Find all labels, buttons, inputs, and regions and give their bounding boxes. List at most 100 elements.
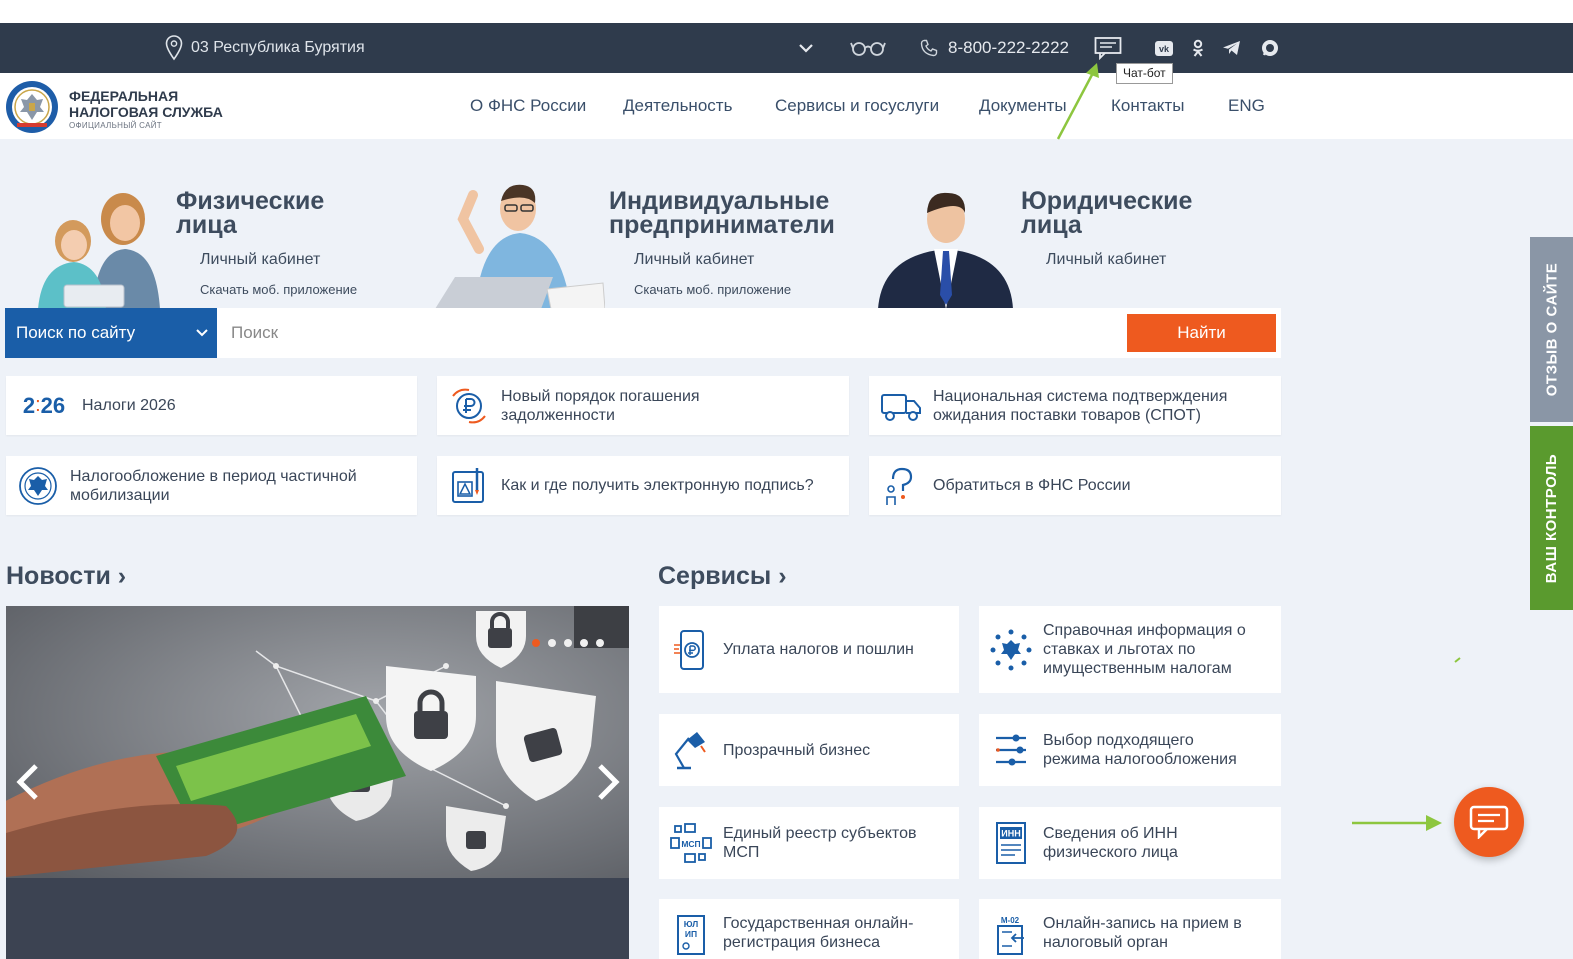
tile-contact-label: Обратиться в ФНС России xyxy=(933,477,1131,494)
hero-legal-title-2[interactable]: лица xyxy=(1021,213,1082,238)
service-tax-regime[interactable]: Выбор подходящего режима налогообложения xyxy=(979,714,1281,786)
your-control-tab[interactable]: ВАШ КОНТРОЛЬ xyxy=(1530,426,1573,610)
tile-mobilization[interactable]: Налогообложение в период частичной мобил… xyxy=(6,456,417,515)
legal-cabinet-link[interactable]: Личный кабинет xyxy=(1046,251,1166,269)
service-tax-payment[interactable]: Уплата налогов и пошлин xyxy=(659,606,959,693)
news-carousel[interactable] xyxy=(6,606,629,959)
entrepreneurs-app-link[interactable]: Скачать моб. приложение xyxy=(634,282,791,297)
fns-logo-text[interactable]: ФЕДЕРАЛЬНАЯ НАЛОГОВАЯ СЛУЖБА ОФИЦИАЛЬНЫЙ… xyxy=(69,88,223,132)
e-signature-icon xyxy=(452,467,484,503)
service-msp-label-2: МСП xyxy=(723,844,760,861)
hero-legal-title-1[interactable]: Юридические xyxy=(1021,189,1192,214)
site-feedback-tab[interactable]: ОТЗЫВ О САЙТЕ xyxy=(1530,237,1573,422)
nav-item-eng[interactable]: ENG xyxy=(1228,73,1265,139)
logo-line-1: ФЕДЕРАЛЬНАЯ xyxy=(69,88,179,104)
service-msp-icon-wrap: МСП xyxy=(659,822,723,864)
carousel-prev-arrow-icon[interactable] xyxy=(14,762,42,802)
max-messenger-icon[interactable] xyxy=(1258,36,1282,60)
logo-line-2: НАЛОГОВАЯ СЛУЖБА xyxy=(69,104,223,120)
individuals-illustration[interactable] xyxy=(28,189,163,309)
vk-icon[interactable]: vk xyxy=(1152,36,1176,60)
chevron-right-icon: › xyxy=(778,562,787,590)
svg-text:ИНН: ИНН xyxy=(1001,829,1020,839)
service-inn-label-2: физического лица xyxy=(1043,844,1178,861)
payment-phone-icon xyxy=(674,629,704,670)
ruble-cycle-icon xyxy=(452,388,486,423)
service-registration-icon-wrap: ЮЛ ИП xyxy=(659,914,723,956)
tile-e-signature[interactable]: Как и где получить электронную подпись? xyxy=(437,456,849,515)
service-transparent-label: Прозрачный бизнес xyxy=(723,741,871,759)
entrepreneurs-illustration[interactable] xyxy=(435,179,605,309)
tile-debt-icon-wrap xyxy=(437,386,501,426)
service-property-tax-info[interactable]: Справочная информация о ставках и льгота… xyxy=(979,606,1281,693)
top-bar: 03 Республика Бурятия 8-800-222-2222 vk xyxy=(0,23,1573,73)
chevron-down-icon[interactable] xyxy=(797,39,815,57)
tile-debt-label-1: Новый порядок погашения xyxy=(501,387,700,405)
tile-mobilization-icon-wrap xyxy=(6,466,70,506)
service-msp-label-1: Единый реестр субъектов xyxy=(723,825,917,842)
emblem-dots-icon xyxy=(990,629,1032,670)
m02-doc-icon: М-02 xyxy=(997,916,1024,955)
service-registration-label-1: Государственная онлайн- xyxy=(723,915,914,932)
service-appointment-icon-wrap: М-02 xyxy=(979,914,1043,956)
news-section-title[interactable]: Новости › xyxy=(6,562,126,591)
individuals-app-link[interactable]: Скачать моб. приложение xyxy=(200,282,357,297)
nav-item-services[interactable]: Сервисы и госуслуги xyxy=(775,73,939,139)
phone-icon xyxy=(920,39,938,57)
services-section-title[interactable]: Сервисы › xyxy=(658,562,787,591)
service-online-registration[interactable]: ЮЛ ИП Государственная онлайн- регистрация… xyxy=(659,899,959,959)
svg-text:ЮЛ: ЮЛ xyxy=(684,919,698,929)
service-transparent-business[interactable]: Прозрачный бизнес xyxy=(659,714,959,786)
lamp-icon xyxy=(674,732,706,770)
fns-logo-emblem[interactable] xyxy=(5,79,59,135)
service-property-label-3: имущественным налогам xyxy=(1043,660,1232,677)
service-appointment-label-2: налоговый орган xyxy=(1043,934,1168,951)
inn-doc-icon: ИНН xyxy=(996,822,1026,864)
tile-contact-fns[interactable]: Обратиться в ФНС России xyxy=(869,456,1281,515)
tile-taxes-2026[interactable]: 2:26 Налоги 2026 xyxy=(6,376,417,435)
chevron-right-icon: › xyxy=(117,562,127,590)
nav-item-activity[interactable]: Деятельность xyxy=(623,73,732,139)
service-inn-icon-wrap: ИНН xyxy=(979,821,1043,865)
service-msp-registry[interactable]: МСП Единый реестр субъектов МСП xyxy=(659,807,959,879)
legal-entities-illustration[interactable] xyxy=(878,185,1013,309)
search-button[interactable]: Найти xyxy=(1127,314,1276,352)
hotline-phone[interactable]: 8-800-222-2222 xyxy=(920,23,1069,73)
carousel-next-arrow-icon[interactable] xyxy=(594,762,622,802)
tile-spot-icon-wrap xyxy=(869,389,933,423)
region-selector[interactable]: 03 Республика Бурятия xyxy=(165,23,365,73)
service-property-label-2: ставках и льготах по xyxy=(1043,641,1196,658)
ul-ip-doc-icon: ЮЛИП xyxy=(677,915,705,955)
chevron-down-icon xyxy=(196,329,208,337)
svg-text:МСП: МСП xyxy=(681,839,700,849)
chat-bubble-icon xyxy=(1469,805,1509,839)
individuals-cabinet-link[interactable]: Личный кабинет xyxy=(200,251,320,269)
entrepreneurs-cabinet-link[interactable]: Личный кабинет xyxy=(634,251,754,269)
accessibility-glasses-icon[interactable] xyxy=(850,39,886,57)
sliders-icon xyxy=(996,734,1026,766)
service-inn-info[interactable]: ИНН Сведения об ИНН физического лица xyxy=(979,807,1281,879)
telegram-icon[interactable] xyxy=(1220,36,1244,60)
hero-entrepreneurs-title-1[interactable]: Индивидуальные xyxy=(609,189,829,214)
tile-debt-repayment[interactable]: Новый порядок погашения задолженности xyxy=(437,376,849,435)
hero-individuals-title-1[interactable]: Физические xyxy=(176,189,324,214)
tile-mobilization-label-2: мобилизации xyxy=(70,486,170,504)
tile-e-signature-icon-wrap xyxy=(437,466,501,506)
search-input[interactable] xyxy=(231,318,1111,348)
tile-debt-label-2: задолженности xyxy=(501,406,615,424)
news-slide-image xyxy=(6,606,629,878)
tile-spot-label-2: ожидания поставки товаров (СПОТ) xyxy=(933,406,1201,424)
search-scope-dropdown[interactable]: Поиск по сайту xyxy=(5,308,217,358)
service-property-label-1: Справочная информация о xyxy=(1043,622,1246,639)
service-online-appointment[interactable]: М-02 Онлайн-запись на прием в налоговый … xyxy=(979,899,1281,959)
nav-item-about[interactable]: О ФНС России xyxy=(470,73,586,139)
odnoklassniki-icon[interactable] xyxy=(1186,36,1210,60)
tile-spot-system[interactable]: Национальная система подтверждения ожида… xyxy=(869,376,1281,435)
hero-entrepreneurs-title-2[interactable]: предприниматели xyxy=(609,213,835,238)
chat-floating-button[interactable] xyxy=(1454,787,1524,857)
svg-text:ИП: ИП xyxy=(685,929,697,939)
search-scope-label: Поиск по сайту xyxy=(16,323,136,342)
hero-individuals-title-2[interactable]: лица xyxy=(176,213,237,238)
browser-top-strip xyxy=(0,0,1573,23)
msp-registry-icon: МСП xyxy=(670,823,712,863)
